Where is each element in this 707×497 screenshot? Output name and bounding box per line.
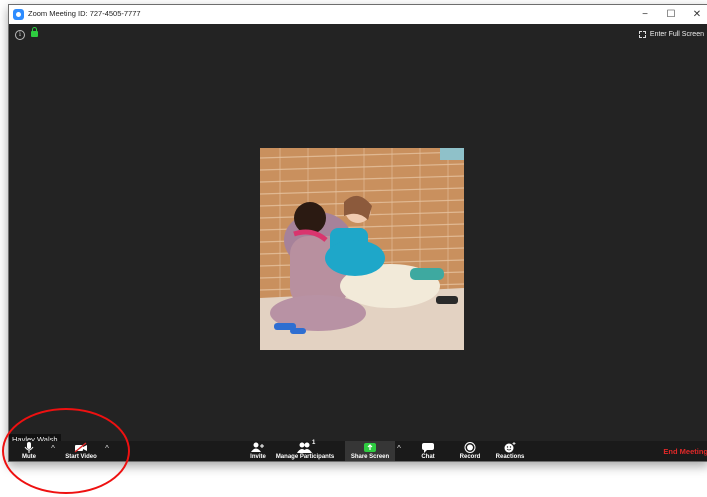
invite-label: Invite [250,454,266,460]
record-label: Record [459,454,481,460]
manage-participants-button[interactable]: 1 Manage Participants [267,440,343,461]
video-off-icon [74,442,88,453]
video-options-caret[interactable]: ^ [103,445,111,453]
mute-label: Mute [22,454,36,460]
participant-count-badge: 1 [312,440,316,446]
zoom-window: Zoom Meeting ID: 727-4505-7777 − ☐ ✕ i E… [8,4,707,462]
full-screen-icon [638,30,646,38]
minimize-button[interactable]: − [634,7,656,22]
video-stage: i Enter Full Screen Hayley Walsh [9,24,707,445]
window-title: Zoom Meeting ID: 727-4505-7777 [28,9,141,18]
meeting-toolbar: Mute ^ Start Video ^ Invite 1 Manage Par… [9,440,707,461]
chat-label: Chat [421,454,435,460]
start-video-label: Start Video [65,454,97,460]
chat-button[interactable]: Chat [416,441,440,461]
share-screen-button[interactable]: Share Screen [345,441,395,461]
invite-icon [251,442,265,453]
share-options-caret[interactable]: ^ [395,445,403,453]
share-screen-icon [363,442,377,453]
record-button[interactable]: Record [457,441,483,461]
participants-icon: 1 [294,440,316,453]
reactions-icon [503,442,517,453]
end-meeting-button[interactable]: End Meeting [663,447,707,456]
mute-button[interactable]: Mute [15,441,43,461]
invite-button[interactable]: Invite [247,441,269,461]
lock-icon[interactable] [31,27,38,37]
microphone-icon [22,442,36,453]
reactions-label: Reactions [495,454,525,460]
participant-photo [260,148,464,350]
record-icon [463,442,477,453]
maximize-button[interactable]: ☐ [660,7,682,22]
chat-icon [421,442,435,453]
share-screen-label: Share Screen [350,454,390,460]
start-video-button[interactable]: Start Video [61,441,101,461]
manage-participants-label: Manage Participants [275,454,335,460]
audio-options-caret[interactable]: ^ [49,445,57,453]
reactions-button[interactable]: Reactions [493,441,527,461]
full-screen-label: Enter Full Screen [649,30,704,38]
zoom-app-icon [13,9,24,20]
info-icon[interactable]: i [15,30,25,40]
title-bar: Zoom Meeting ID: 727-4505-7777 − ☐ ✕ [9,5,707,24]
enter-full-screen-button[interactable]: Enter Full Screen [638,28,704,40]
close-button[interactable]: ✕ [686,7,707,22]
